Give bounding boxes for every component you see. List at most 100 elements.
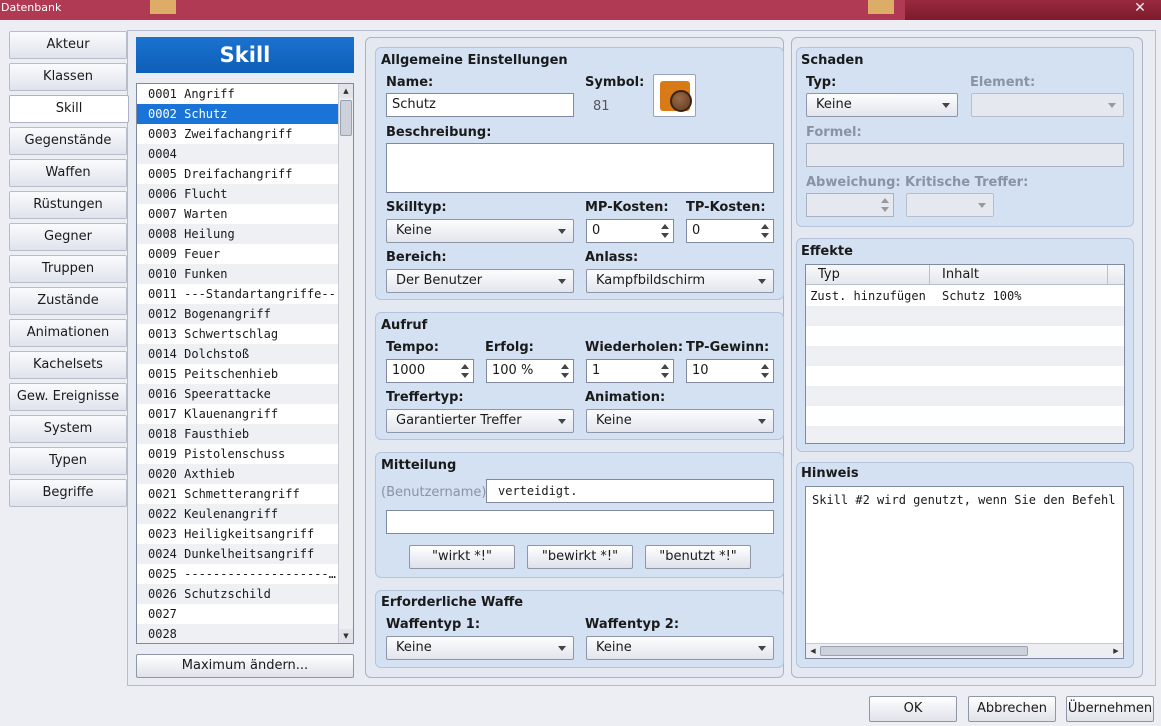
list-item[interactable]: 0010 Funken	[137, 264, 340, 284]
cancel-button[interactable]: Abbrechen	[968, 696, 1056, 722]
message-line-2-input[interactable]	[386, 510, 774, 534]
sidebar-tab-gegenstaende[interactable]: Gegenstände	[9, 127, 127, 155]
table-row[interactable]	[806, 386, 1124, 406]
sidebar-tab-ruestungen[interactable]: Rüstungen	[9, 191, 127, 219]
scope-dropdown[interactable]: Der Benutzer	[386, 269, 574, 293]
list-item[interactable]: 0026 Schutzschild	[137, 584, 340, 604]
symbol-picker[interactable]	[653, 74, 696, 117]
spinner-icon[interactable]	[880, 196, 889, 214]
spinner-icon[interactable]	[560, 362, 569, 380]
list-item[interactable]: 0001 Angriff	[137, 84, 340, 104]
list-item[interactable]: 0021 Schmetterangriff	[137, 484, 340, 504]
scroll-thumb[interactable]	[340, 100, 352, 136]
list-item[interactable]: 0016 Speerattacke	[137, 384, 340, 404]
scroll-thumb[interactable]	[820, 646, 1028, 656]
speed-stepper[interactable]: 1000	[386, 359, 474, 383]
list-item[interactable]: 0022 Keulenangriff	[137, 504, 340, 524]
name-input[interactable]: Schutz	[386, 93, 574, 117]
scroll-up-icon[interactable]: ▲	[339, 84, 353, 98]
spinner-icon[interactable]	[460, 362, 469, 380]
list-item[interactable]: 0012 Bogenangriff	[137, 304, 340, 324]
list-item[interactable]: 0018 Fausthieb	[137, 424, 340, 444]
list-item[interactable]: 0028	[137, 624, 340, 643]
sidebar-tab-gew-ereignisse[interactable]: Gew. Ereignisse	[9, 383, 127, 411]
message-line-1-input[interactable]: verteidigt.	[486, 479, 774, 503]
table-row[interactable]	[806, 306, 1124, 326]
sidebar-tab-typen[interactable]: Typen	[9, 447, 127, 475]
bewirkt-button[interactable]: "bewirkt *!"	[527, 545, 633, 569]
list-item[interactable]: 0014 Dolchstoß	[137, 344, 340, 364]
sidebar-tab-gegner[interactable]: Gegner	[9, 223, 127, 251]
effects-column-content[interactable]: Inhalt	[930, 265, 1108, 285]
skill-type-dropdown[interactable]: Keine	[386, 219, 574, 243]
list-item[interactable]: 0017 Klauenangriff	[137, 404, 340, 424]
list-item[interactable]: 0015 Peitschenhieb	[137, 364, 340, 384]
list-item[interactable]: 0027	[137, 604, 340, 624]
element-dropdown[interactable]	[971, 93, 1124, 117]
list-item[interactable]: 0007 Warten	[137, 204, 340, 224]
list-item[interactable]: 0005 Dreifachangriff	[137, 164, 340, 184]
change-maximum-button[interactable]: Maximum ändern...	[136, 654, 354, 678]
list-item[interactable]: 0002 Schutz	[137, 104, 340, 124]
spinner-icon[interactable]	[660, 362, 669, 380]
table-row[interactable]: Zust. hinzufügen Schutz 100%	[806, 286, 1124, 306]
weapon-type-1-dropdown[interactable]: Keine	[386, 636, 574, 660]
list-item[interactable]: 0011 ---Standartangriffe---	[137, 284, 340, 304]
table-row[interactable]	[806, 366, 1124, 386]
wirkt-button[interactable]: "wirkt *!"	[409, 545, 515, 569]
apply-button[interactable]: Übernehmen	[1066, 696, 1154, 722]
sidebar-tab-zustaende[interactable]: Zustände	[9, 287, 127, 315]
list-item[interactable]: 0023 Heiligkeitsangriff	[137, 524, 340, 544]
scroll-down-icon[interactable]: ▼	[339, 629, 353, 643]
critical-hits-dropdown[interactable]	[906, 193, 994, 217]
list-item[interactable]: 0004	[137, 144, 340, 164]
sidebar-tab-animationen[interactable]: Animationen	[9, 319, 127, 347]
success-stepper[interactable]: 100 %	[486, 359, 574, 383]
note-textarea[interactable]: Skill #2 wird genutzt, wenn Sie den Befe…	[805, 486, 1124, 659]
tp-cost-stepper[interactable]: 0	[686, 219, 774, 243]
variance-stepper[interactable]	[806, 193, 894, 217]
sidebar-tab-klassen[interactable]: Klassen	[9, 63, 127, 91]
description-input[interactable]	[386, 143, 774, 193]
damage-type-dropdown[interactable]: Keine	[806, 93, 958, 117]
scroll-left-icon[interactable]: ◀	[806, 644, 820, 658]
table-row[interactable]	[806, 406, 1124, 426]
note-horizontal-scrollbar[interactable]: ◀ ▶	[806, 643, 1123, 658]
repeat-stepper[interactable]: 1	[586, 359, 674, 383]
skill-list[interactable]: 0001 Angriff 0002 Schutz 0003 Zweifachangr…	[136, 83, 354, 644]
list-item[interactable]: 0009 Feuer	[137, 244, 340, 264]
mp-cost-stepper[interactable]: 0	[586, 219, 674, 243]
spinner-icon[interactable]	[760, 222, 769, 240]
spinner-icon[interactable]	[760, 362, 769, 380]
list-item[interactable]: 0024 Dunkelheitsangriff	[137, 544, 340, 564]
list-item[interactable]: 0020 Axthieb	[137, 464, 340, 484]
list-item[interactable]: 0006 Flucht	[137, 184, 340, 204]
animation-dropdown[interactable]: Keine	[586, 409, 774, 433]
list-item[interactable]: 0003 Zweifachangriff	[137, 124, 340, 144]
hit-type-dropdown[interactable]: Garantierter Treffer	[386, 409, 574, 433]
sidebar-tab-waffen[interactable]: Waffen	[9, 159, 127, 187]
sidebar-tab-system[interactable]: System	[9, 415, 127, 443]
list-item[interactable]: 0013 Schwertschlag	[137, 324, 340, 344]
table-row[interactable]	[806, 326, 1124, 346]
list-item[interactable]: 0019 Pistolenschuss	[137, 444, 340, 464]
scroll-right-icon[interactable]: ▶	[1109, 644, 1123, 658]
list-item[interactable]: 0025 --------------------…	[137, 564, 340, 584]
ok-button[interactable]: OK	[869, 696, 957, 722]
sidebar-tab-begriffe[interactable]: Begriffe	[9, 479, 127, 507]
list-scrollbar[interactable]: ▲ ▼	[338, 84, 353, 643]
weapon-type-2-dropdown[interactable]: Keine	[586, 636, 774, 660]
table-row[interactable]	[806, 426, 1124, 443]
sidebar-tab-truppen[interactable]: Truppen	[9, 255, 127, 283]
formula-input[interactable]	[806, 143, 1124, 167]
list-item[interactable]: 0008 Heilung	[137, 224, 340, 244]
effects-column-type[interactable]: Typ	[806, 265, 930, 285]
table-row[interactable]	[806, 346, 1124, 366]
tp-gain-stepper[interactable]: 10	[686, 359, 774, 383]
close-icon[interactable]: ✕	[1119, 0, 1161, 20]
spinner-icon[interactable]	[660, 222, 669, 240]
sidebar-tab-kachelsets[interactable]: Kachelsets	[9, 351, 127, 379]
occasion-dropdown[interactable]: Kampfbildschirm	[586, 269, 774, 293]
benutzt-button[interactable]: "benutzt *!"	[645, 545, 751, 569]
sidebar-tab-skill[interactable]: Skill	[9, 95, 129, 123]
